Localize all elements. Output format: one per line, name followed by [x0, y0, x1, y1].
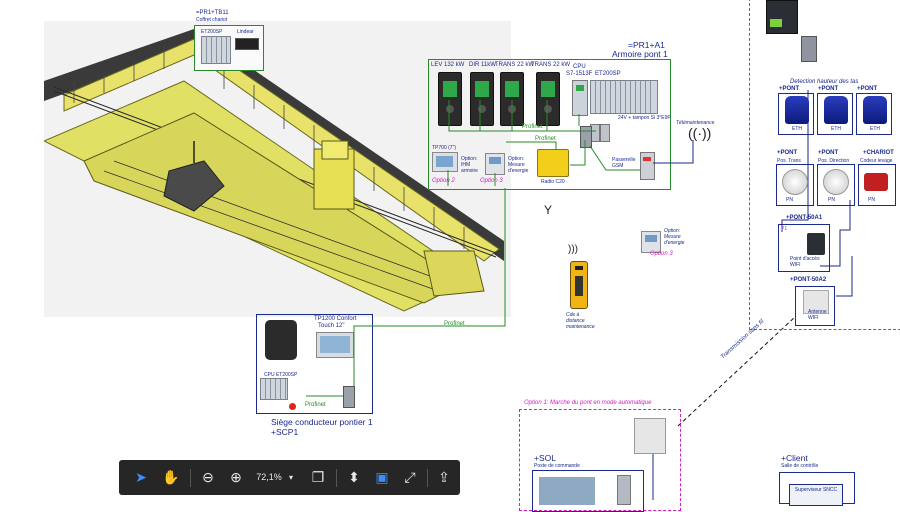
supervisor-box: Superviseur SNCC	[789, 484, 843, 506]
sol-sub: Poste de commande	[534, 463, 580, 469]
toolbar-separator	[427, 469, 428, 487]
top-plc-unit	[766, 0, 798, 34]
toolbar-separator	[190, 469, 191, 487]
sol-code: +SOL	[534, 453, 556, 463]
client-code: +Client	[781, 453, 808, 463]
dir-encoder-box	[817, 164, 855, 206]
right-switch	[801, 36, 817, 62]
viewer-toolbar: ➤ ✋ ⊖ ⊕ 72,1% ▾ ❐ ⬍ ▣ ⤢ ⇪	[119, 460, 460, 495]
sol-box	[532, 470, 644, 512]
trans-encoder-box	[776, 164, 814, 206]
pont-label-3: +PONT	[857, 86, 878, 92]
hand-tool-button[interactable]: ✋	[157, 460, 185, 495]
toolbar-separator	[336, 469, 337, 487]
trans-pn-port: PN	[786, 197, 793, 203]
wifi-antenna-label: Antenne WIFI	[808, 309, 827, 321]
wifi-ap-port: P1	[781, 226, 788, 232]
eth-port-3: ETH	[870, 126, 880, 132]
a1-code: +PONT-50A1	[786, 215, 823, 221]
chariot-code: +CHARIOT	[863, 150, 894, 156]
zoom-level[interactable]: 72,1%	[251, 460, 287, 495]
fit-page-button[interactable]: ⬍	[341, 460, 367, 495]
sol-plc	[617, 475, 631, 505]
chariot-pn-port: PN	[868, 197, 875, 203]
share-button[interactable]: ⇪	[431, 460, 457, 495]
dir-pn-port: PN	[828, 197, 835, 203]
eth-port-2: ETH	[831, 126, 841, 132]
pont-label-1: +PONT	[779, 86, 800, 92]
detect-title: Detection hauteur des tas	[790, 79, 859, 85]
trans-code: +PONT	[777, 150, 798, 156]
pont-label-2: +PONT	[818, 86, 839, 92]
zoom-out-button[interactable]: ⊖	[195, 460, 221, 495]
sol-screen	[539, 477, 595, 505]
option1-title: Option 1: Marche du pont en mode automat…	[524, 400, 652, 406]
client-sub: Salle de contrôle	[781, 463, 819, 469]
zoom-in-button[interactable]: ⊕	[223, 460, 249, 495]
dir-code: +PONT	[818, 150, 839, 156]
page-view-button[interactable]: ❐	[305, 460, 331, 495]
fit-width-button[interactable]: ▣	[369, 460, 395, 495]
zoom-dropdown-icon[interactable]: ▾	[285, 460, 297, 495]
eth-port-1: ETH	[792, 126, 802, 132]
a2-code: +PONT-50A2	[790, 277, 827, 283]
chariot-encoder-box	[858, 164, 896, 206]
select-tool-button[interactable]: ➤	[127, 460, 155, 495]
wifi-ap-label: Point d'accès WIFI	[790, 256, 820, 268]
fullscreen-button[interactable]: ⤢	[397, 460, 423, 495]
supervisor-label: Superviseur SNCC	[794, 487, 838, 493]
option1-antenna	[634, 418, 666, 454]
